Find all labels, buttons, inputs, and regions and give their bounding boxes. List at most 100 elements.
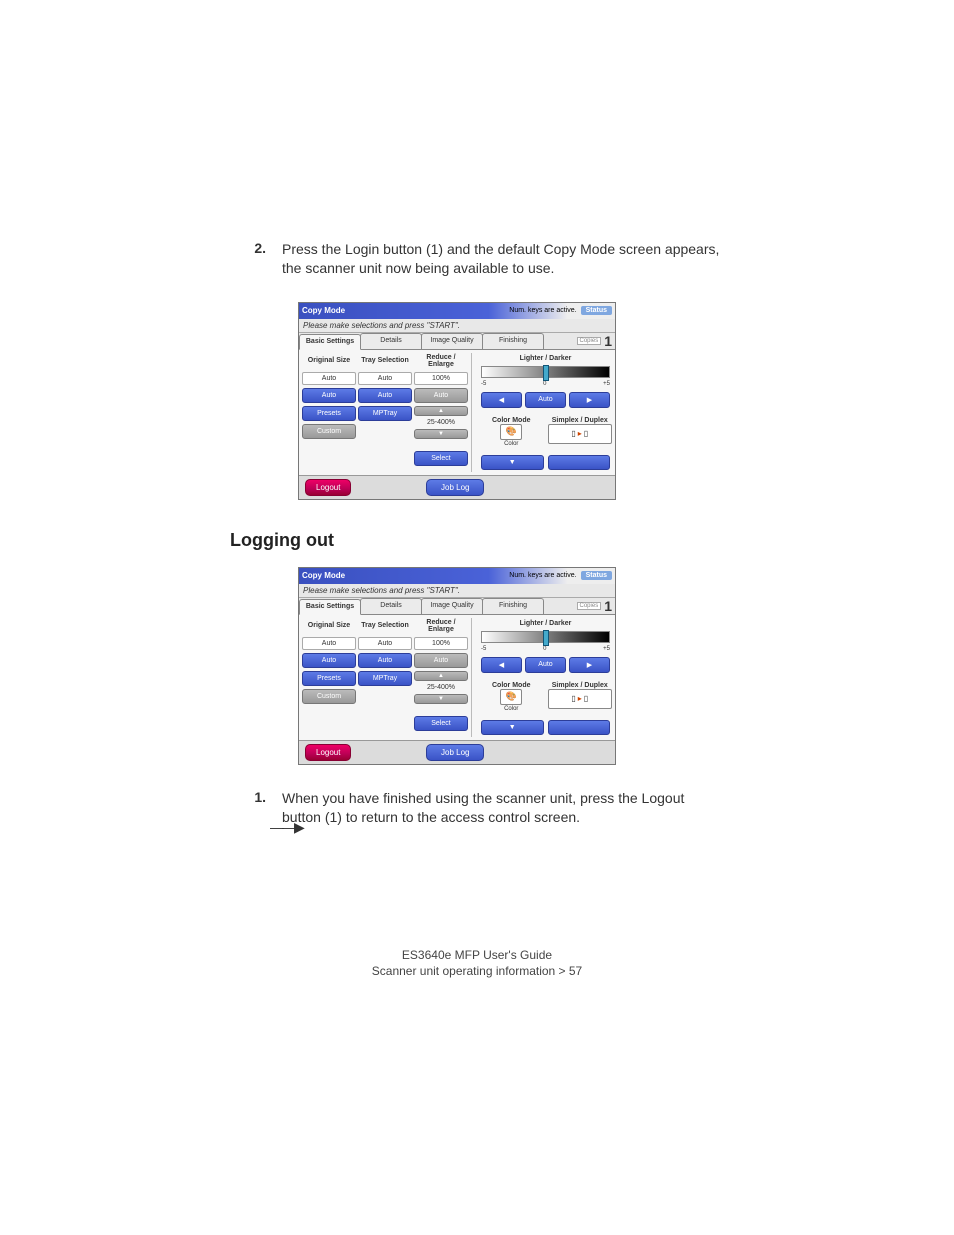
zoom-value: 100%	[414, 372, 468, 385]
duplex-more-button[interactable]	[548, 720, 611, 735]
arrow-right-icon: ▸	[578, 694, 582, 703]
col-hdr-original-size: Original Size	[302, 353, 356, 369]
presets-button[interactable]: Presets	[302, 671, 356, 686]
simplex-duplex-button[interactable]: ▯ ▸ ▯	[548, 689, 613, 709]
custom-button[interactable]: Custom	[302, 424, 356, 439]
ld-auto-button[interactable]: Auto	[525, 657, 566, 673]
numkeys-msg: Num. keys are active.	[509, 307, 576, 314]
color-mode-button[interactable]: 🎨 Color	[479, 689, 544, 712]
copies-area: Copies 1	[543, 333, 615, 349]
tab-row: Basic Settings Details Image Quality Fin…	[299, 598, 615, 615]
mptray-button[interactable]: MPTray	[358, 671, 412, 686]
lighter-darker-slider[interactable]	[481, 366, 610, 378]
instruction-bar: Please make selections and press "START"…	[299, 319, 615, 333]
slider-zero: 0	[543, 381, 546, 387]
select-button[interactable]: Select	[414, 716, 468, 731]
color-mode-more-button[interactable]: ▼	[481, 720, 544, 735]
color-mode-button[interactable]: 🎨 Color	[479, 424, 544, 447]
tray-auto-button[interactable]: Auto	[358, 653, 412, 668]
copy-mode-screenshot-1: Copy Mode Num. keys are active. Status P…	[298, 302, 724, 500]
original-size-auto-button[interactable]: Auto	[302, 388, 356, 403]
tab-details[interactable]: Details	[360, 333, 422, 349]
simplex-duplex-button[interactable]: ▯ ▸ ▯	[548, 424, 613, 444]
color-mode-label: Color Mode	[479, 417, 544, 424]
zoom-up-button[interactable]: ▲	[414, 671, 468, 681]
zoom-down-button[interactable]: ▼	[414, 694, 468, 704]
lighter-darker-label: Lighter / Darker	[479, 620, 612, 627]
zoom-auto-button[interactable]: Auto	[414, 388, 468, 403]
zoom-auto-button[interactable]: Auto	[414, 653, 468, 668]
copies-label: Copies	[577, 337, 602, 345]
tray-auto-button[interactable]: Auto	[358, 388, 412, 403]
step-text: Press the Login button (1) and the defau…	[282, 240, 724, 278]
callout-arrow-icon: ——▶	[270, 819, 303, 836]
copies-value: 1	[604, 598, 612, 614]
tab-finishing[interactable]: Finishing	[482, 333, 544, 349]
copies-value: 1	[604, 333, 612, 349]
zoom-value: 100%	[414, 637, 468, 650]
original-size-value: Auto	[302, 637, 356, 650]
mptray-button[interactable]: MPTray	[358, 406, 412, 421]
copies-label: Copies	[577, 602, 602, 610]
footer-guide-title: ES3640e MFP User's Guide	[230, 947, 724, 964]
page-single-icon: ▯	[571, 694, 575, 703]
tab-basic-settings[interactable]: Basic Settings	[299, 599, 361, 615]
numkeys-msg: Num. keys are active.	[509, 572, 576, 579]
tab-image-quality[interactable]: Image Quality	[421, 333, 483, 349]
joblog-button[interactable]: Job Log	[426, 479, 484, 496]
window-title: Copy Mode	[302, 306, 345, 315]
zoom-range: 25-400%	[414, 419, 468, 426]
zoom-down-button[interactable]: ▼	[414, 429, 468, 439]
tab-details[interactable]: Details	[360, 598, 422, 614]
step-1: 1. When you have finished using the scan…	[230, 789, 724, 827]
tab-basic-settings[interactable]: Basic Settings	[299, 334, 361, 350]
logout-button[interactable]: Logout	[305, 479, 351, 496]
logout-button[interactable]: Logout	[305, 744, 351, 761]
status-button[interactable]: Status	[581, 306, 612, 315]
color-mode-value: Color	[504, 441, 518, 447]
simplex-duplex-label: Simplex / Duplex	[548, 682, 613, 689]
slider-max: +5	[603, 381, 610, 387]
palette-icon: 🎨	[500, 689, 522, 705]
step-text: When you have finished using the scanner…	[282, 789, 724, 827]
slider-min: -5	[481, 646, 486, 652]
titlebar: Copy Mode Num. keys are active. Status	[299, 303, 615, 319]
page-single-icon: ▯	[584, 694, 588, 703]
duplex-more-button[interactable]	[548, 455, 611, 470]
tab-row: Basic Settings Details Image Quality Fin…	[299, 333, 615, 350]
simplex-duplex-label: Simplex / Duplex	[548, 417, 613, 424]
darker-button[interactable]: ◀	[481, 392, 522, 408]
slider-max: +5	[603, 646, 610, 652]
ld-auto-button[interactable]: Auto	[525, 392, 566, 408]
page-footer: ES3640e MFP User's Guide Scanner unit op…	[230, 947, 724, 981]
custom-button[interactable]: Custom	[302, 689, 356, 704]
page-single-icon: ▯	[584, 429, 588, 438]
color-mode-label: Color Mode	[479, 682, 544, 689]
lighter-button[interactable]: ▶	[569, 657, 610, 673]
joblog-button[interactable]: Job Log	[426, 744, 484, 761]
lighter-button[interactable]: ▶	[569, 392, 610, 408]
copy-mode-panel: Copy Mode Num. keys are active. Status P…	[298, 567, 616, 765]
original-size-auto-button[interactable]: Auto	[302, 653, 356, 668]
col-hdr-reduce-enlarge: Reduce / Enlarge	[414, 353, 468, 369]
arrow-right-icon: ▸	[578, 429, 582, 438]
color-mode-more-button[interactable]: ▼	[481, 455, 544, 470]
copy-mode-panel: Copy Mode Num. keys are active. Status P…	[298, 302, 616, 500]
presets-button[interactable]: Presets	[302, 406, 356, 421]
titlebar: Copy Mode Num. keys are active. Status	[299, 568, 615, 584]
page-single-icon: ▯	[571, 429, 575, 438]
darker-button[interactable]: ◀	[481, 657, 522, 673]
zoom-up-button[interactable]: ▲	[414, 406, 468, 416]
slider-min: -5	[481, 381, 486, 387]
tab-finishing[interactable]: Finishing	[482, 598, 544, 614]
tab-image-quality[interactable]: Image Quality	[421, 598, 483, 614]
lighter-darker-slider[interactable]	[481, 631, 610, 643]
slider-range: -5 0 +5	[479, 381, 612, 387]
original-size-value: Auto	[302, 372, 356, 385]
copy-mode-screenshot-2: ——▶ Copy Mode Num. keys are active. Stat…	[298, 567, 724, 765]
palette-icon: 🎨	[500, 424, 522, 440]
select-button[interactable]: Select	[414, 451, 468, 466]
slider-range: -5 0 +5	[479, 646, 612, 652]
color-mode-value: Color	[504, 706, 518, 712]
status-button[interactable]: Status	[581, 571, 612, 580]
